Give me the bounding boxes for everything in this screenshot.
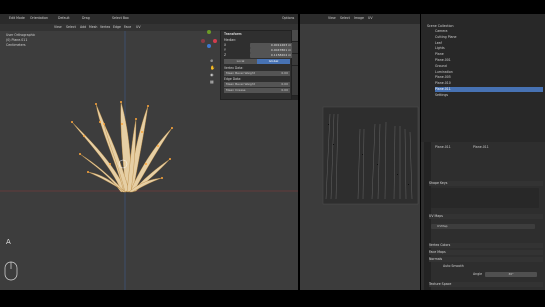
face-maps-header[interactable]: Face Maps	[429, 250, 543, 255]
tab-item[interactable]	[292, 30, 298, 42]
grid-icon[interactable]: ▦	[210, 79, 215, 84]
uv-menu-image[interactable]: Image	[354, 16, 364, 21]
local-toggle[interactable]: Local	[224, 59, 257, 64]
outliner-item[interactable]: Leaf	[435, 41, 543, 46]
outliner-item[interactable]: Ground	[435, 64, 543, 69]
tab-view[interactable]	[292, 54, 298, 66]
uv-editor-header: View Select Image UV	[300, 14, 420, 24]
pan-icon[interactable]: ✋	[210, 65, 215, 70]
outliner-item-label: Plane.001	[435, 58, 451, 62]
uv-menu-uv[interactable]: UV	[368, 16, 373, 21]
vertex-colors-header[interactable]: Vertex Colors	[429, 243, 543, 248]
uv-menu-select[interactable]: Select	[340, 16, 350, 21]
select-box-menu[interactable]: Select Box	[112, 16, 129, 21]
auto-smooth-checkbox[interactable]: Auto Smooth	[443, 264, 464, 269]
outliner-item-label: Plane.005	[435, 75, 451, 80]
viewport-header: Edit Mode Orientation Default Drag Selec…	[0, 14, 298, 24]
outliner-item[interactable]: Lights	[435, 46, 543, 51]
menu-uv[interactable]: UV	[136, 25, 141, 30]
median-z-row: Z 0.1158204 m	[224, 53, 293, 58]
options-menu[interactable]: Options	[282, 16, 294, 21]
menu-view[interactable]: View	[54, 25, 62, 30]
angle-label: Angle	[473, 272, 483, 276]
outliner-item[interactable]: Plane.010	[435, 81, 543, 86]
uv-editor[interactable]	[300, 14, 420, 290]
uv-maps-header[interactable]: UV Maps	[429, 214, 543, 219]
camera-icon[interactable]: ◉	[210, 72, 215, 77]
median-y-row: Y 0.0047861 m	[224, 48, 293, 53]
median-label: Median:	[224, 38, 237, 42]
zoom-icon[interactable]: ⊕	[210, 58, 215, 63]
outliner-item[interactable]: Plane.005	[435, 75, 543, 80]
tab-tool[interactable]	[292, 42, 298, 54]
gizmo-x-dot[interactable]	[213, 39, 217, 43]
sidebar-tabs	[292, 30, 298, 100]
outliner-item[interactable]: Plane.001	[435, 58, 543, 63]
properties-object-name: Plane.011	[435, 145, 451, 149]
outliner-item[interactable]: Plane.011	[435, 87, 543, 92]
mean-crease-field[interactable]: Mean Crease 0.00	[224, 88, 290, 93]
outliner-item-label: Ground	[435, 63, 447, 68]
outliner-item-label: Camera	[435, 29, 448, 33]
outliner-item-label: Leaf	[435, 40, 442, 45]
outliner-item[interactable]: Settings	[435, 93, 543, 98]
gizmo-y-dot[interactable]	[207, 30, 211, 34]
edge-bevel-weight-field[interactable]: Mean Bevel Weight 0.00	[224, 82, 290, 87]
top-letterbox	[0, 0, 545, 13]
properties-data-name: Plane.011	[473, 145, 489, 149]
uv-map-item[interactable]: UVMap	[431, 224, 535, 229]
texture-space-header[interactable]: Texture Space	[429, 282, 543, 287]
angle-field[interactable]: 30°	[485, 272, 537, 277]
outliner-item-label: Settings	[435, 92, 449, 97]
gizmo-neg-x-dot[interactable]	[201, 39, 205, 43]
outliner-item[interactable]: Camera	[435, 29, 543, 34]
sidebar-transform-panel: Transform Median: X 0.0011263 m Y 0.0047…	[220, 30, 293, 100]
pivot-menu[interactable]: Default	[58, 16, 70, 21]
vertex-data-label: Vertex Data:	[224, 66, 244, 70]
bottom-letterbox	[0, 290, 545, 307]
viewport-nav-buttons: ⊕ ✋ ◉ ▦	[210, 58, 215, 88]
median-x-row: X 0.0011263 m	[224, 43, 293, 48]
mouse-icon	[4, 261, 18, 281]
uv-menu-view[interactable]: View	[328, 16, 336, 21]
drag-menu[interactable]: Drag	[82, 16, 90, 21]
uv-canvas	[322, 106, 419, 205]
outliner-item-label: Cutting Plane	[435, 34, 457, 39]
properties-editor[interactable]: Plane.011 Plane.011 Shape Keys UV Maps U…	[421, 142, 545, 290]
transform-title: Transform	[224, 32, 242, 36]
edge-data-label: Edge Data:	[224, 77, 242, 81]
outliner-item-label: Plane	[435, 52, 444, 57]
grass-mesh	[71, 101, 173, 193]
global-toggle[interactable]: Global	[257, 59, 290, 64]
shape-keys-list[interactable]	[431, 188, 539, 208]
outliner-item-label: Plane.010	[435, 81, 451, 86]
navigation-gizmo[interactable]	[198, 30, 220, 52]
outliner-item[interactable]: Cutting Plane	[435, 35, 543, 40]
orientation-menu[interactable]: Orientation	[30, 16, 48, 21]
normals-header[interactable]: Normals	[429, 257, 543, 262]
menu-vertex[interactable]: Vertex	[100, 25, 110, 30]
outliner-item[interactable]: Lumination	[435, 70, 543, 75]
median-y-field[interactable]: 0.0047861 m	[250, 48, 293, 53]
gizmo-z-dot[interactable]	[207, 44, 211, 48]
menu-add[interactable]: Add	[80, 25, 86, 30]
outliner-item-label: Lumination	[435, 69, 453, 74]
median-x-field[interactable]: 0.0011263 m	[250, 43, 293, 48]
units-label: Centimeters	[6, 43, 26, 47]
menu-edge[interactable]: Edge	[113, 25, 121, 30]
outliner-item-label: Plane.011	[435, 87, 451, 91]
mode-selector[interactable]: Edit Mode	[9, 16, 25, 21]
shape-keys-header[interactable]: Shape Keys	[429, 181, 543, 186]
outliner[interactable]: Scene Collection Camera Cutting Plane Leaf…	[421, 14, 545, 142]
outliner-item-label: Lights	[435, 46, 445, 51]
menu-mesh[interactable]: Mesh	[89, 25, 97, 30]
tab-screencast-keys[interactable]	[292, 66, 298, 96]
median-z-field[interactable]: 0.1158204 m	[250, 53, 293, 58]
menu-select[interactable]: Select	[66, 25, 76, 30]
key-overlay: A	[6, 238, 11, 246]
outliner-item[interactable]: Plane	[435, 52, 543, 57]
menu-face[interactable]: Face	[124, 25, 131, 30]
vertex-bevel-weight-field[interactable]: Mean Bevel Weight 0.00	[224, 71, 290, 76]
